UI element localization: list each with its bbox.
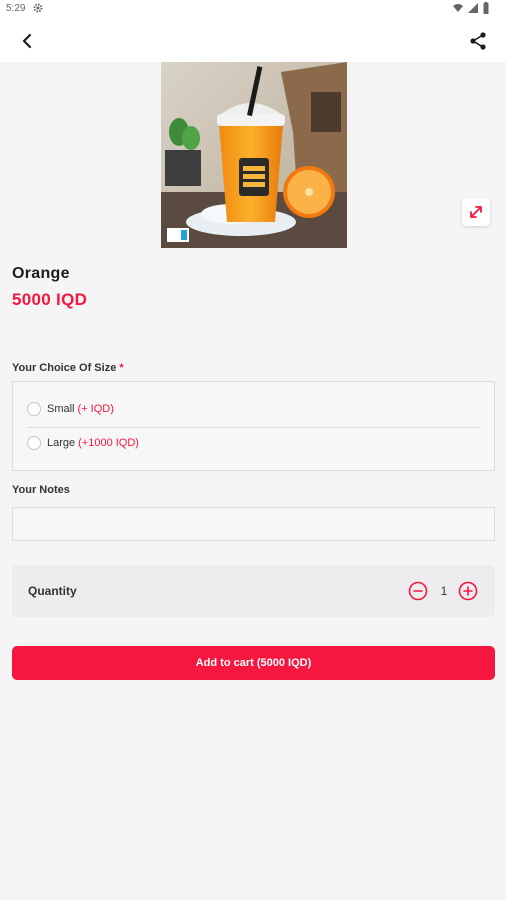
option-label: Large — [47, 437, 76, 449]
size-options-box: Small (+ IQD) Large (+1000 IQD) — [12, 381, 495, 471]
radio-button[interactable] — [27, 402, 41, 416]
share-icon[interactable] — [466, 29, 490, 53]
app-bar — [0, 18, 506, 62]
radio-button[interactable] — [27, 436, 41, 450]
quantity-card: Quantity 1 — [12, 565, 495, 617]
status-icons — [452, 2, 490, 17]
signal-icon — [468, 3, 479, 13]
orange-juice-illustration — [161, 62, 347, 248]
quantity-label: Quantity — [28, 584, 77, 598]
expand-icon — [470, 206, 482, 218]
size-section-label: Your Choice Of Size * — [12, 362, 124, 374]
required-mark: * — [119, 362, 124, 374]
quantity-value: 1 — [440, 584, 448, 598]
settings-gear-icon — [33, 3, 43, 13]
minus-circle-icon[interactable] — [408, 581, 428, 601]
notes-label: Your Notes — [12, 484, 70, 496]
product-image[interactable] — [161, 62, 347, 248]
option-extra-price: (+1000 IQD) — [78, 437, 139, 449]
status-time: 5:29 — [6, 3, 26, 14]
option-label: Small — [47, 403, 75, 415]
size-section-title: Your Choice Of Size — [12, 362, 117, 374]
battery-icon — [483, 2, 489, 14]
size-option-small[interactable]: Small (+ IQD) — [27, 399, 114, 419]
size-option-large[interactable]: Large (+1000 IQD) — [27, 433, 139, 453]
notes-input[interactable] — [12, 507, 495, 541]
product-price: 5000 IQD — [12, 290, 88, 309]
option-divider — [27, 427, 480, 428]
back-arrow-icon[interactable] — [16, 29, 40, 53]
expand-image-button[interactable] — [462, 198, 490, 226]
wifi-icon — [453, 4, 464, 12]
product-name: Orange — [12, 265, 70, 282]
add-to-cart-button[interactable]: Add to cart (5000 IQD) — [12, 646, 495, 680]
option-extra-price: (+ IQD) — [77, 403, 114, 415]
plus-circle-icon[interactable] — [458, 581, 478, 601]
status-bar: 5:29 — [0, 0, 506, 18]
